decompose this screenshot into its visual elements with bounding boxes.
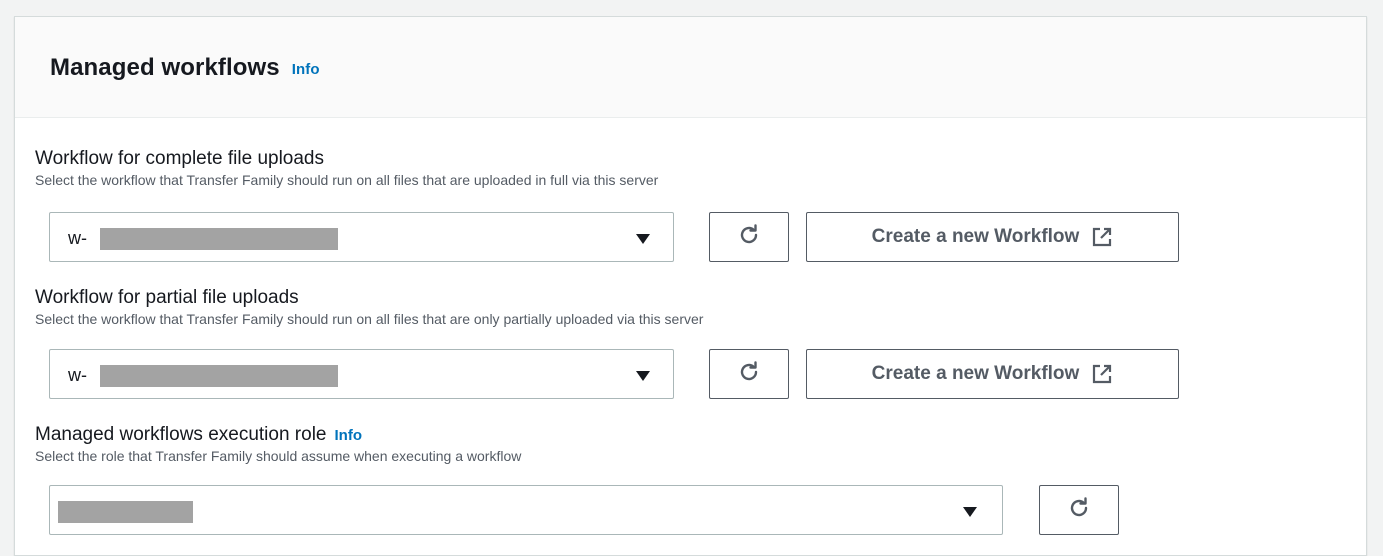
panel-header: Managed workflows Info bbox=[15, 17, 1366, 118]
complete-uploads-label: Workflow for complete file uploads bbox=[35, 148, 324, 169]
redacted-value bbox=[58, 501, 193, 523]
create-workflow-label: Create a new Workflow bbox=[871, 363, 1080, 384]
partial-uploads-value: w- bbox=[68, 365, 87, 385]
partial-uploads-label: Workflow for partial file uploads bbox=[35, 287, 299, 308]
partial-uploads-description: Select the workflow that Transfer Family… bbox=[35, 311, 704, 327]
execution-role-info-link[interactable]: Info bbox=[335, 427, 363, 444]
complete-uploads-create-workflow-button[interactable]: Create a new Workflow bbox=[806, 212, 1179, 262]
redacted-value bbox=[100, 365, 338, 387]
complete-uploads-select[interactable]: w- bbox=[49, 212, 674, 262]
refresh-icon bbox=[1067, 496, 1091, 525]
external-link-icon bbox=[1091, 363, 1113, 385]
complete-uploads-value: w- bbox=[68, 228, 87, 248]
complete-uploads-field: Workflow for complete file uploads Selec… bbox=[35, 148, 658, 188]
partial-uploads-refresh-button[interactable] bbox=[709, 349, 789, 399]
create-workflow-label: Create a new Workflow bbox=[871, 226, 1080, 247]
caret-down-icon bbox=[636, 371, 650, 381]
execution-role-select[interactable] bbox=[49, 485, 1003, 535]
external-link-icon bbox=[1091, 226, 1113, 248]
caret-down-icon bbox=[636, 234, 650, 244]
execution-role-field: Managed workflows execution role Info Sel… bbox=[35, 424, 521, 464]
panel-title: Managed workflows Info bbox=[50, 54, 320, 82]
execution-role-label-text: Managed workflows execution role bbox=[35, 424, 327, 445]
complete-uploads-refresh-button[interactable] bbox=[709, 212, 789, 262]
execution-role-refresh-button[interactable] bbox=[1039, 485, 1119, 535]
complete-uploads-description: Select the workflow that Transfer Family… bbox=[35, 172, 659, 188]
managed-workflows-panel: Managed workflows Info bbox=[14, 16, 1367, 556]
redacted-value bbox=[100, 228, 338, 250]
partial-uploads-create-workflow-button[interactable]: Create a new Workflow bbox=[806, 349, 1179, 399]
refresh-icon bbox=[737, 360, 761, 389]
refresh-icon bbox=[737, 223, 761, 252]
panel-title-text: Managed workflows bbox=[50, 54, 280, 81]
partial-uploads-select[interactable]: w- bbox=[49, 349, 674, 399]
panel-info-link[interactable]: Info bbox=[292, 61, 320, 78]
caret-down-icon bbox=[963, 507, 977, 517]
execution-role-label: Managed workflows execution role Info bbox=[35, 424, 521, 446]
partial-uploads-field: Workflow for partial file uploads Select… bbox=[35, 287, 703, 327]
execution-role-description: Select the role that Transfer Family sho… bbox=[35, 448, 522, 464]
